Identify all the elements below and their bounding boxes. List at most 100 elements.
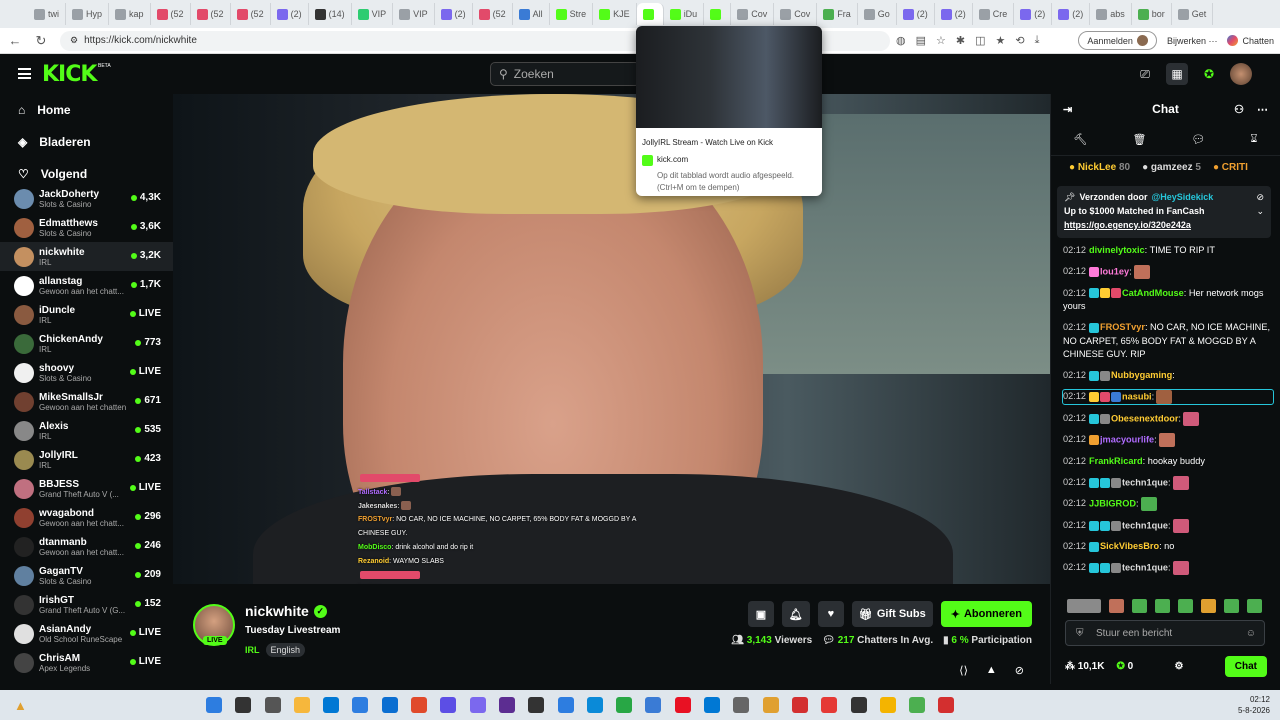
more-icon[interactable]: ⋯ [1257, 103, 1268, 116]
chat-icon[interactable]: 💬︎ [1192, 133, 1206, 146]
channel-item[interactable]: BBJESS Grand Theft Auto V (... LIVE [0, 474, 173, 503]
taskbar-app-icon[interactable] [206, 697, 222, 713]
channel-item[interactable]: Alexis IRL 535 [0, 416, 173, 445]
channel-item[interactable]: AsianAndy Old School RuneScape LIVE [0, 619, 173, 648]
language-tag[interactable]: English [265, 643, 306, 657]
browser-tab[interactable]: (2) [1052, 3, 1091, 25]
browser-tab[interactable]: (2) [1014, 3, 1053, 25]
taskbar-app-icon[interactable] [586, 697, 603, 713]
channel-item[interactable]: IrishGT Grand Theft Auto V (G... 152 [0, 590, 173, 619]
browser-tab[interactable]: abs [1090, 3, 1132, 25]
leaderboard-entry[interactable]: ● NickLee 80 [1069, 162, 1130, 173]
channel-item[interactable]: Edmatthews Slots & Casino 3,6K [0, 213, 173, 242]
quick-emote-icon[interactable] [1201, 599, 1216, 613]
taskbar-app-icon[interactable] [616, 697, 633, 713]
hammer-icon[interactable]: 🔨︎ [1074, 133, 1088, 146]
browser-tab[interactable]: (2) [897, 3, 935, 25]
browser-tab[interactable]: kap [109, 3, 151, 25]
stream-icon[interactable]: ⎚ [1134, 63, 1156, 85]
taskbar-app-icon[interactable] [440, 697, 457, 713]
quick-emote-icon[interactable] [1178, 599, 1193, 613]
channel-item[interactable]: JackDoherty Slots & Casino 4,3K [0, 184, 173, 213]
browser-tab[interactable]: Fra [817, 3, 858, 25]
signin-button[interactable]: Aanmelden [1078, 31, 1157, 50]
clock[interactable]: 02:12 5-8-2026 [1238, 694, 1270, 716]
message-user[interactable]: jmacyourlife [1100, 434, 1154, 444]
nav-bladeren[interactable]: ◈ Bladeren [0, 126, 173, 158]
tracking-icon[interactable]: ◍ [896, 34, 906, 47]
channel-item[interactable]: nickwhite IRL 3,2K [0, 242, 173, 271]
channel-item[interactable]: MikeSmallsJr Gewoon aan het chatten 671 [0, 387, 173, 416]
gift-subs-button[interactable]: 🎁︎ Gift Subs [851, 601, 933, 627]
share-icon[interactable]: ⟨⟩ [959, 664, 968, 677]
browser-tab[interactable]: Get [1172, 3, 1214, 25]
chat-message[interactable]: 02:12 nasubi: [1062, 389, 1274, 405]
channel-item[interactable]: JollyIRL IRL 423 [0, 445, 173, 474]
reload-icon[interactable]: ↻ [30, 33, 52, 49]
taskbar-app-icon[interactable] [645, 697, 662, 713]
collapse-chat-icon[interactable]: ⇥ [1063, 103, 1072, 116]
taskbar-app-icon[interactable] [879, 697, 896, 713]
back-icon[interactable]: ← [4, 33, 26, 48]
extensions-icon[interactable]: ✱ [956, 34, 965, 47]
quick-emote-icon[interactable] [1109, 599, 1124, 613]
browser-tab[interactable]: iDu [664, 3, 705, 25]
menu-icon[interactable] [18, 68, 31, 79]
quick-emote-icon[interactable] [1247, 599, 1262, 613]
nav-home[interactable]: ⌂ Home [0, 94, 173, 126]
taskbar-app-icon[interactable] [381, 697, 398, 713]
message-user[interactable]: JJBIGROD [1089, 498, 1136, 508]
browser-tab[interactable] [636, 3, 664, 25]
browser-tab[interactable]: (2) [435, 3, 473, 25]
channel-item[interactable]: GaganTV Slots & Casino 209 [0, 561, 173, 590]
chat-message[interactable]: 02:12 Obesenextdoor: [1063, 411, 1273, 426]
browser-tab[interactable]: (52 [151, 3, 191, 25]
browser-tab[interactable]: All [513, 3, 550, 25]
message-user[interactable]: lou1ey [1100, 266, 1129, 276]
report-icon[interactable]: ▲ [986, 664, 997, 677]
reader-icon[interactable]: ▤ [916, 34, 926, 47]
search-input[interactable]: ⚲ Zoeken [490, 62, 640, 86]
quick-emote-icon[interactable] [1155, 599, 1170, 613]
streamer-name[interactable]: nickwhite [245, 603, 309, 619]
taskbar-app-icon[interactable] [235, 697, 252, 713]
message-user[interactable]: SickVibesBro [1100, 541, 1159, 551]
hourglass-icon[interactable]: ⌛︎ [1251, 133, 1258, 146]
mute-icon[interactable]: ⊘ [1015, 664, 1024, 677]
user-avatar[interactable] [1230, 63, 1252, 85]
browser-tab[interactable]: (52 [231, 3, 271, 25]
message-user[interactable]: Nubbygaming [1111, 370, 1172, 380]
chat-message[interactable]: 02:12 techn1que: [1063, 475, 1273, 490]
message-user[interactable]: FROSTvyr [1100, 322, 1145, 332]
clip-button[interactable]: ▣ [747, 601, 774, 627]
chat-message[interactable]: 02:12 Nubbygaming: [1063, 369, 1273, 383]
chat-settings-icon[interactable]: ⚙ [1175, 661, 1184, 672]
taskbar-app-icon[interactable] [704, 697, 721, 713]
browser-tab[interactable]: KJE [593, 3, 637, 25]
message-user[interactable]: techn1que [1122, 520, 1168, 530]
browser-tab[interactable]: Cov [774, 3, 818, 25]
taskbar-app-icon[interactable] [469, 697, 486, 713]
update-button[interactable]: Bijwerken ··· [1167, 36, 1218, 46]
pinned-user[interactable]: @HeySidekick [1151, 190, 1213, 204]
message-user[interactable]: CatAndMouse [1122, 288, 1184, 298]
taskbar-app-icon[interactable] [850, 697, 867, 713]
chat-message[interactable]: 02:12 CatAndMouse: Her network mogs yours [1063, 287, 1273, 314]
chat-message[interactable]: 02:12 FrankRicard: hookay buddy [1063, 455, 1273, 469]
channel-item[interactable]: ChickenAndy IRL 773 [0, 329, 173, 358]
taskbar-app-icon[interactable] [323, 697, 340, 713]
taskbar-app-icon[interactable] [733, 697, 750, 713]
quick-emote-icon[interactable] [1224, 599, 1239, 613]
notify-button[interactable]: 🔔︎ [781, 601, 810, 627]
browser-tab[interactable]: twi [28, 3, 66, 25]
channel-item[interactable]: wvagabond Gewoon aan het chatt... 296 [0, 503, 173, 532]
chat-message[interactable]: 02:12 techn1que: [1063, 561, 1273, 575]
taskbar-app-icon[interactable] [791, 697, 808, 713]
browser-tab[interactable]: bor [1132, 3, 1172, 25]
quick-emote-icon[interactable] [1067, 599, 1101, 613]
chat-message[interactable]: 02:12 techn1que: [1063, 518, 1273, 533]
browser-tab[interactable]: Cre [973, 3, 1015, 25]
taskbar-app-icon[interactable] [821, 697, 838, 713]
download-icon[interactable]: ⤓ [1035, 34, 1040, 47]
follow-button[interactable]: ♥ [817, 601, 844, 627]
